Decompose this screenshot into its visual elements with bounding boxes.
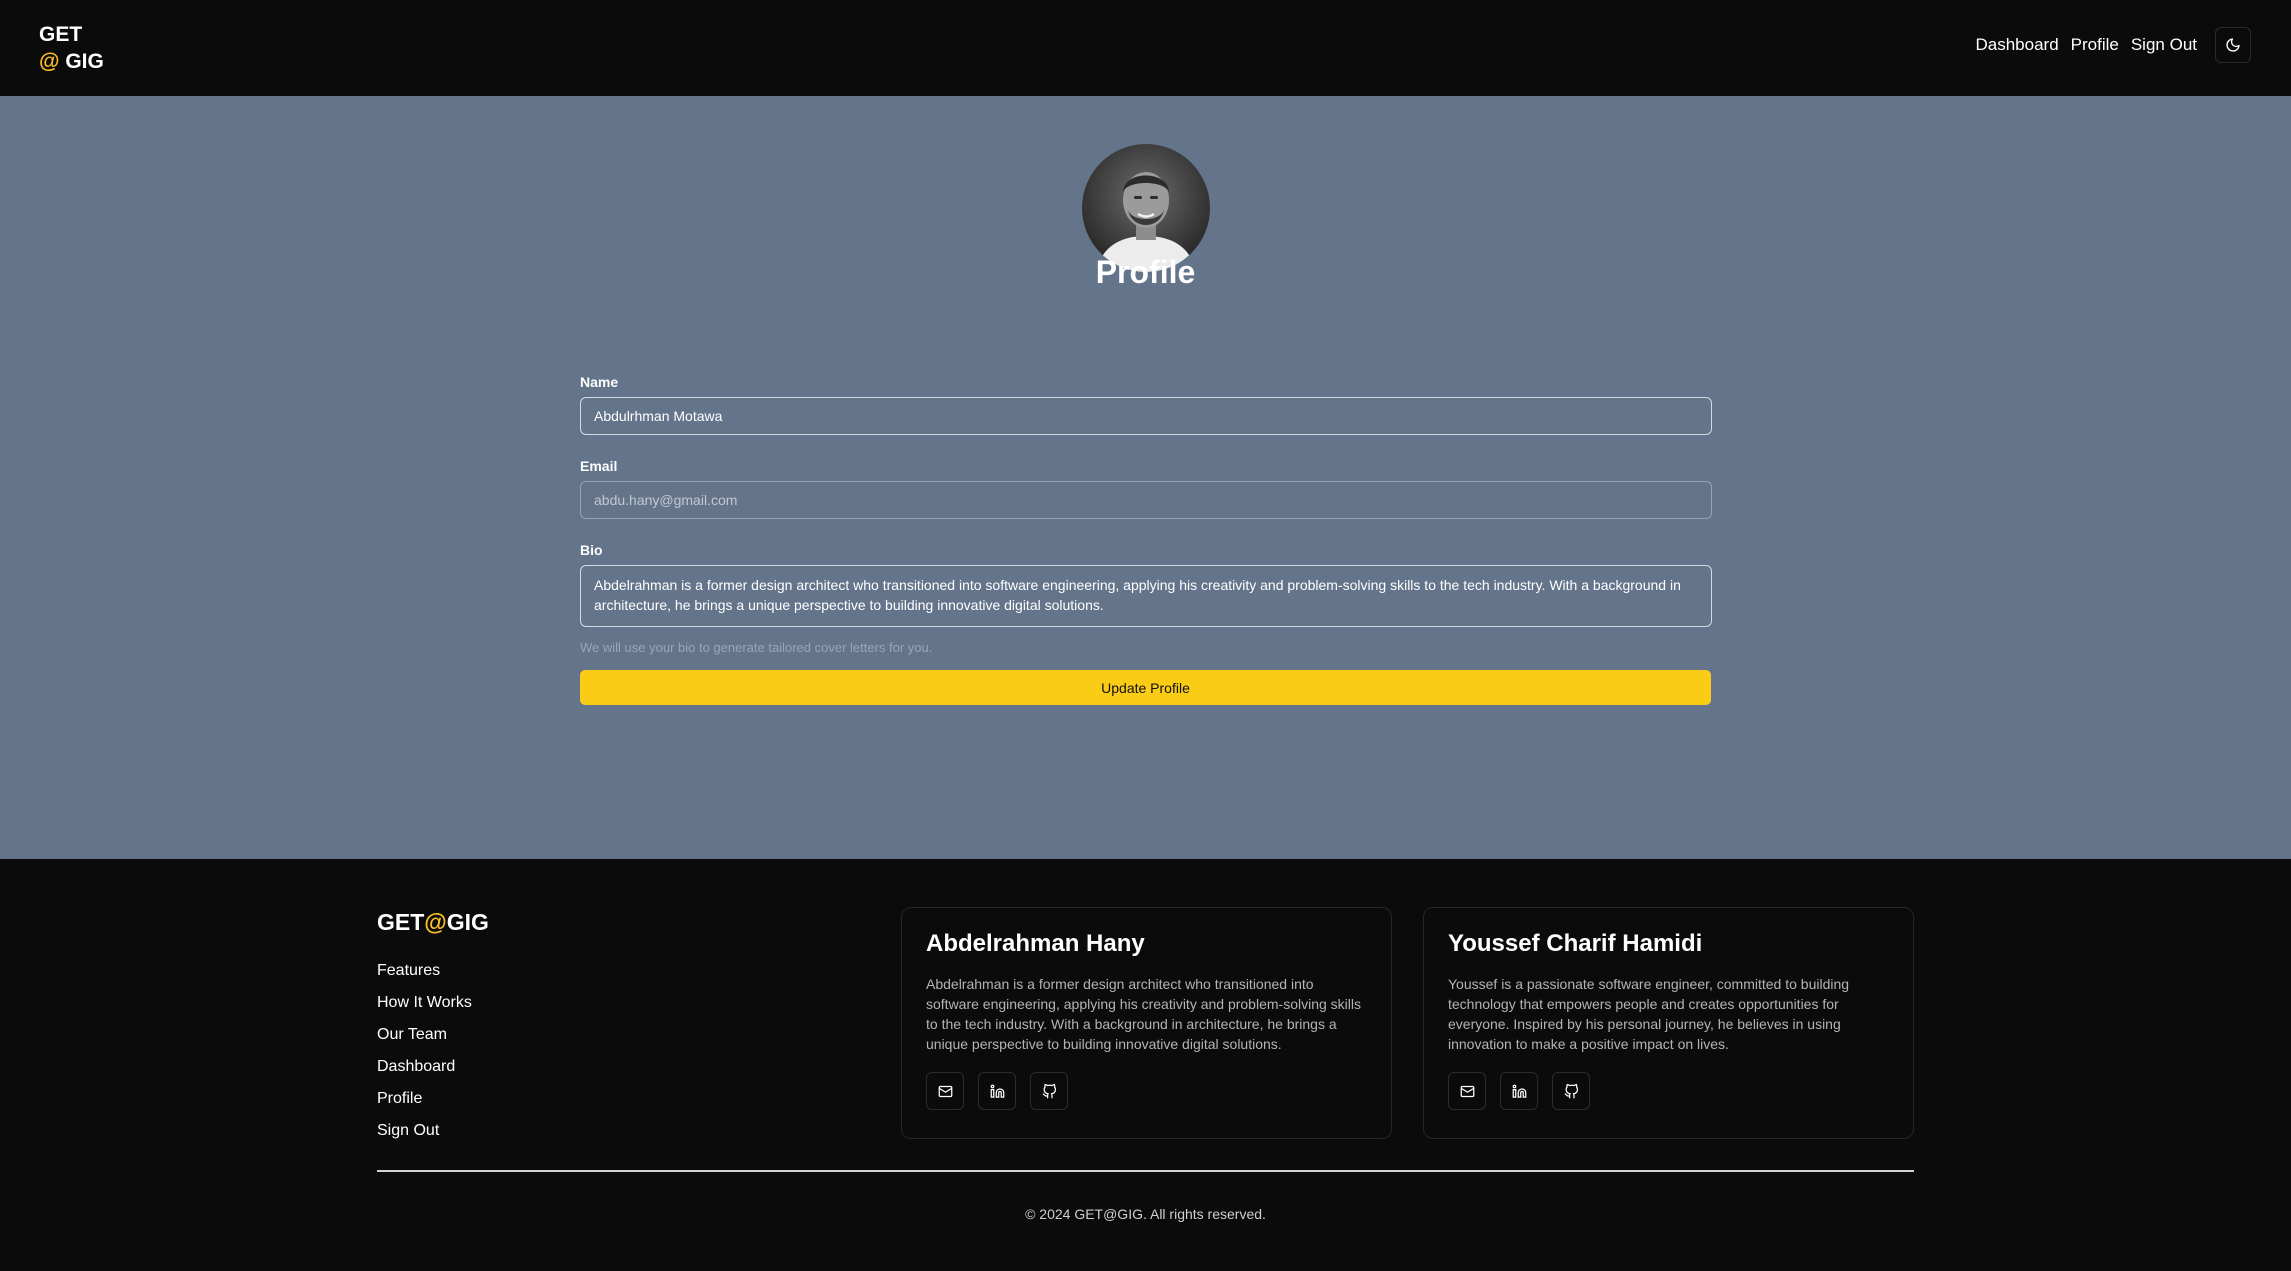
email-input[interactable]: abdu.hany@gmail.com: [580, 481, 1712, 519]
bio-textarea[interactable]: Abdelrahman is a former design architect…: [580, 565, 1712, 627]
footer-logo-gig: GIG: [446, 909, 489, 935]
mail-icon: [1460, 1085, 1474, 1097]
copyright: © 2024 GET@GIG. All rights reserved.: [1025, 1206, 1266, 1222]
footer-link-our-team[interactable]: Our Team: [377, 1019, 472, 1051]
linkedin-link[interactable]: [978, 1072, 1016, 1110]
bio-hint: We will use your bio to generate tailore…: [580, 640, 933, 655]
linkedin-icon: [1512, 1084, 1526, 1098]
theme-toggle-button[interactable]: [2215, 27, 2251, 63]
name-label: Name: [580, 374, 619, 390]
team-member-name: Abdelrahman Hany: [926, 930, 1145, 957]
logo-gig: GIG: [59, 50, 104, 73]
footer: GET@GIG Features How It Works Our Team D…: [0, 859, 2291, 1271]
nav-sign-out-link[interactable]: Sign Out: [2131, 35, 2197, 55]
logo-line-1: GET: [39, 23, 83, 46]
email-link[interactable]: [1448, 1072, 1486, 1110]
logo[interactable]: GET @ GIG: [39, 21, 104, 75]
page-title: Profile: [1095, 254, 1196, 290]
logo-at: @: [39, 50, 60, 73]
footer-link-dashboard[interactable]: Dashboard: [377, 1051, 472, 1083]
linkedin-icon: [990, 1084, 1004, 1098]
social-links: [1448, 1072, 1604, 1110]
team-member-name: Youssef Charif Hamidi: [1448, 930, 1703, 957]
top-navbar: GET @ GIG Dashboard Profile Sign Out: [0, 0, 2291, 96]
team-member-bio: Youssef is a passionate software enginee…: [1448, 976, 1850, 1052]
github-icon: [1042, 1083, 1056, 1098]
footer-logo-at: @: [424, 909, 447, 935]
team-member-bio: Abdelrahman is a former design architect…: [926, 976, 1361, 1052]
email-link[interactable]: [926, 1072, 964, 1110]
main-nav: Dashboard Profile Sign Out: [1975, 27, 2251, 63]
footer-logo[interactable]: GET@GIG: [377, 909, 489, 936]
team-card-youssef: Youssef Charif Hamidi Youssef is a passi…: [1423, 907, 1914, 1139]
footer-link-sign-out[interactable]: Sign Out: [377, 1115, 472, 1147]
footer-links: Features How It Works Our Team Dashboard…: [377, 955, 472, 1147]
linkedin-link[interactable]: [1500, 1072, 1538, 1110]
nav-dashboard-link[interactable]: Dashboard: [1975, 35, 2058, 55]
name-input[interactable]: Abdulrhman Motawa: [580, 397, 1712, 435]
footer-logo-get: GET: [377, 909, 425, 935]
profile-section: Profile Name Abdulrhman Motawa Email abd…: [0, 96, 2291, 859]
github-link[interactable]: [1030, 1072, 1068, 1110]
footer-link-how-it-works[interactable]: How It Works: [377, 987, 472, 1019]
github-icon: [1564, 1083, 1578, 1098]
moon-icon: [2226, 38, 2240, 52]
footer-link-profile[interactable]: Profile: [377, 1083, 472, 1115]
footer-link-features[interactable]: Features: [377, 955, 472, 987]
social-links: [926, 1072, 1082, 1110]
bio-label: Bio: [580, 542, 603, 558]
footer-divider: [377, 1170, 1914, 1172]
nav-profile-link[interactable]: Profile: [2071, 35, 2119, 55]
github-link[interactable]: [1552, 1072, 1590, 1110]
email-label: Email: [580, 458, 618, 474]
update-profile-button[interactable]: Update Profile: [580, 670, 1711, 705]
avatar: [1082, 144, 1210, 272]
mail-icon: [938, 1085, 952, 1097]
team-card-abdelrahman: Abdelrahman Hany Abdelrahman is a former…: [901, 907, 1392, 1139]
logo-line-2: @ GIG: [39, 48, 104, 75]
